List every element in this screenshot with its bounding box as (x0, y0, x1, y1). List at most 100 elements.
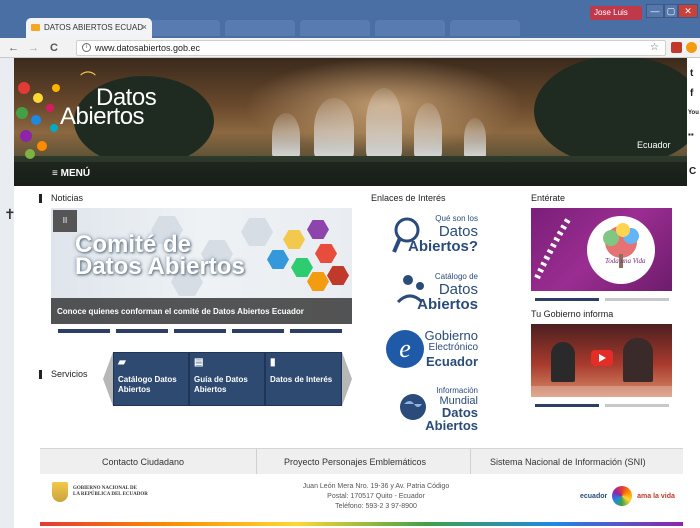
link-text: Gobierno (424, 328, 478, 343)
reload-button[interactable]: C (50, 41, 58, 55)
ecuador-ama-la-vida-logo[interactable]: ecuador ama la vida (580, 486, 675, 506)
link-informacion-mundial[interactable]: Información Mundial Datos Abiertos (384, 384, 484, 434)
slide-decoration (241, 218, 273, 246)
header-photo (414, 103, 442, 158)
url-text: www.datosabiertos.gob.ec (95, 43, 201, 53)
slogan-word: Vida (632, 257, 646, 265)
slider-pause-button[interactable]: II (53, 210, 77, 232)
link-text: Abiertos (417, 296, 478, 313)
menu-bar: ≡ MENÚ (14, 162, 687, 186)
background-tab[interactable] (225, 20, 295, 36)
service-card-label: Catálogo Datos Abiertos (118, 375, 177, 394)
address-line: Teléfono: 593-2 3 97-8900 (335, 503, 417, 510)
slide-decoration (315, 244, 337, 263)
enterate-banner[interactable]: Toda una Vida (531, 208, 672, 291)
country-label: Ecuador (637, 140, 671, 150)
servicios-next-arrow[interactable] (342, 352, 352, 406)
footer-link-contacto[interactable]: Contacto Ciudadano (102, 457, 184, 467)
enterate-artwork (534, 216, 655, 284)
link-que-son-datos-abiertos[interactable]: Qué son los Datos Abiertos? (384, 212, 484, 262)
slider-dot[interactable] (174, 329, 226, 333)
header-photo (314, 98, 354, 158)
close-window-button[interactable]: ✕ (678, 4, 698, 18)
slide-caption-bar[interactable]: Conoce quienes conforman el comité de Da… (51, 298, 352, 324)
forward-button[interactable]: → (28, 41, 39, 55)
egov-logo-icon: e (386, 330, 424, 368)
favicon-icon (31, 24, 40, 31)
service-card-label: Datos de Interés (270, 375, 333, 384)
enterate-indicator-active[interactable] (535, 298, 599, 301)
enterate-slogan: Toda una Vida (605, 258, 645, 265)
footer-color-stripe (40, 522, 683, 526)
address-block: Juan León Mera Nro. 19-36 y Av. Patria C… (266, 482, 486, 512)
youtube-icon[interactable]: You (688, 110, 699, 116)
service-card-guia[interactable]: ▤ Guía de Datos Abiertos (189, 352, 265, 406)
header-photo (272, 113, 300, 158)
slide-decoration (267, 250, 289, 269)
service-card-catalogo[interactable]: ▰ Catálogo Datos Abiertos (113, 352, 189, 406)
folder-icon: ▰ (118, 357, 126, 368)
profile-button[interactable]: Jose Luis (590, 6, 642, 20)
link-text: Qué son los (435, 214, 478, 223)
background-tab[interactable] (450, 20, 520, 36)
slide-decoration (291, 258, 313, 277)
coat-of-arms-icon (52, 482, 68, 502)
gov-name-line: LA REPÚBLICA DEL ECUADOR (73, 492, 148, 497)
background-tab[interactable] (300, 20, 370, 36)
flickr-icon[interactable]: ▪▪ (688, 130, 694, 139)
back-button[interactable]: ← (8, 41, 19, 55)
extension-icon[interactable] (686, 42, 697, 53)
slider-dot[interactable] (58, 329, 110, 333)
minimize-button[interactable]: — (646, 4, 664, 18)
extension-icon[interactable] (671, 42, 682, 53)
video-caption-strip (531, 386, 672, 397)
tab-title: DATOS ABIERTOS ECUAD (44, 23, 143, 32)
footer-link-personajes[interactable]: Proyecto Personajes Emblemáticos (284, 457, 426, 467)
slide-decoration (327, 266, 349, 285)
browser-tab-active[interactable]: DATOS ABIERTOS ECUAD × (26, 18, 152, 38)
tab-close-icon[interactable]: × (142, 22, 147, 32)
slide-decoration (307, 272, 329, 291)
header-photo (366, 88, 402, 158)
enlaces-title: Enlaces de Interés (371, 193, 446, 203)
book-icon: ▮ (270, 357, 276, 368)
servicios-prev-arrow[interactable] (103, 352, 113, 406)
menu-button[interactable]: ≡ MENÚ (52, 168, 90, 179)
accessibility-icon[interactable]: ✝ (4, 206, 16, 223)
link-gobierno-electronico[interactable]: e Gobierno Electrónico Ecuador (384, 326, 484, 376)
slider-dot[interactable] (116, 329, 168, 333)
search-icon[interactable]: C (689, 166, 696, 177)
facebook-icon[interactable]: f (690, 88, 693, 99)
address-bar[interactable]: i www.datosabiertos.gob.ec ☆ (76, 40, 666, 56)
enterate-title: Entérate (531, 193, 566, 203)
servicios-title: Servicios (51, 369, 88, 379)
info-icon[interactable]: i (82, 43, 91, 52)
link-text: Ecuador (425, 354, 478, 369)
slogan-word: una (620, 257, 632, 265)
slide-headline: Comité de Datos Abiertos (75, 233, 245, 279)
site-logo[interactable]: Datos Abiertos (60, 86, 157, 129)
background-tab[interactable] (150, 20, 220, 36)
enterate-indicator[interactable] (605, 298, 669, 301)
play-icon (599, 354, 606, 362)
maximize-button[interactable]: ▢ (664, 4, 678, 18)
gobierno-title: Tu Gobierno informa (531, 309, 614, 319)
footer-divider (256, 449, 257, 475)
video-player[interactable] (531, 324, 672, 397)
site-header: ⌒ Datos Abiertos Ecuador ≡ MENÚ (14, 58, 687, 186)
bookmark-star-icon[interactable]: ☆ (650, 42, 659, 53)
video-thumbnail (551, 342, 575, 382)
link-catalogo-datos[interactable]: Catálogo de Datos Abiertos (384, 270, 484, 320)
news-slider[interactable]: II Comité de Datos Abiertos Conoce quien… (51, 208, 352, 324)
play-button[interactable] (591, 350, 613, 366)
slider-dot[interactable] (232, 329, 284, 333)
video-indicator-active[interactable] (535, 404, 599, 407)
link-text: Información (436, 386, 478, 395)
video-indicator[interactable] (605, 404, 669, 407)
background-tab[interactable] (375, 20, 445, 36)
service-card-interes[interactable]: ▮ Datos de Interés (265, 352, 342, 406)
service-card-label: Guía de Datos Abiertos (194, 375, 248, 394)
twitter-icon[interactable]: t (690, 68, 693, 79)
slider-dot[interactable] (290, 329, 342, 333)
footer-link-sni[interactable]: Sistema Nacional de Información (SNI) (490, 457, 646, 467)
